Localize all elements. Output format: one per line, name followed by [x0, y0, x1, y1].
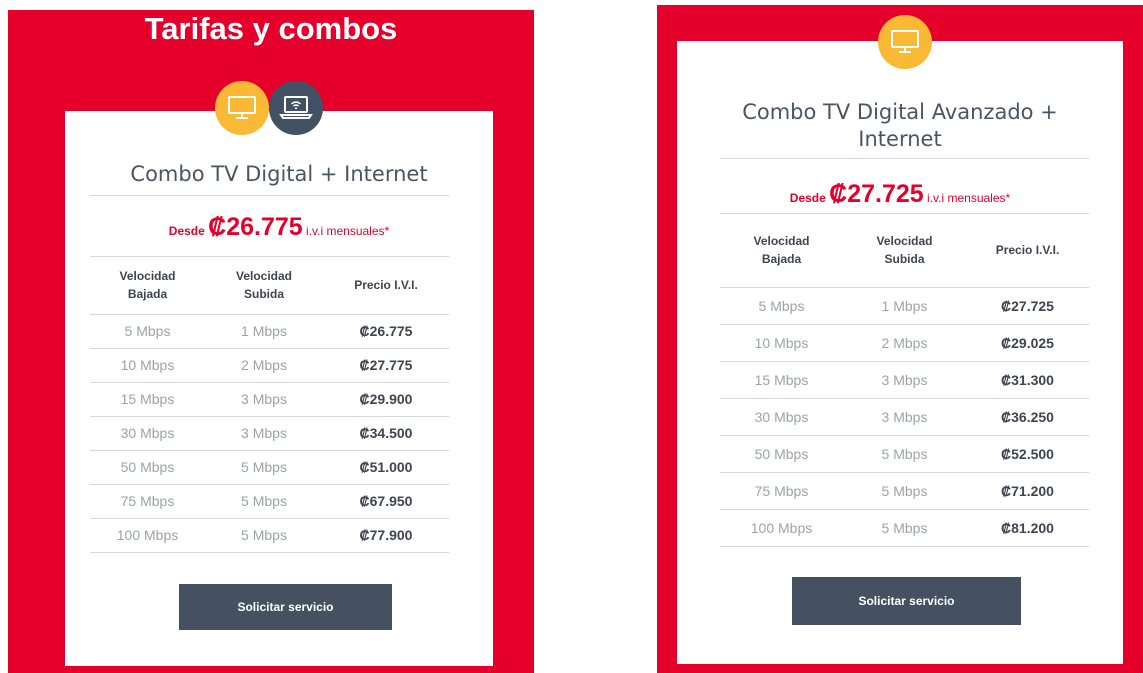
header-price: Precio I.V.I. [323, 257, 449, 315]
divider [720, 158, 1089, 159]
cell-upload-speed: 3 Mbps [843, 398, 966, 436]
cell-download-speed: 75 Mbps [90, 484, 205, 519]
table-row: 100 Mbps 5 Mbps ₡81.200 [720, 509, 1089, 547]
laptop-wifi-icon [269, 81, 323, 135]
request-service-button[interactable]: Solicitar servicio [179, 584, 392, 630]
starting-price: Desde ₡26.775 i.v.i mensuales* [65, 212, 493, 246]
table-row: 75 Mbps 5 Mbps ₡71.200 [720, 472, 1089, 510]
cell-download-speed: 75 Mbps [720, 472, 843, 510]
table-row: 100 Mbps 5 Mbps ₡77.900 [90, 518, 449, 553]
section-heading: Tarifas y combos [144, 11, 398, 46]
table-row: 30 Mbps 3 Mbps ₡34.500 [90, 416, 449, 451]
header-download-speed: Velocidad Bajada [720, 214, 843, 288]
cell-upload-speed: 3 Mbps [843, 361, 966, 399]
cell-price: ₡67.950 [323, 484, 449, 519]
header-upload-speed: Velocidad Subida [843, 214, 966, 288]
cell-price: ₡26.775 [323, 314, 449, 349]
cell-upload-speed: 5 Mbps [843, 509, 966, 547]
rates-body: 5 Mbps 1 Mbps ₡26.775 10 Mbps 2 Mbps ₡27.775 1… [90, 314, 449, 553]
table-row: 15 Mbps 3 Mbps ₡29.900 [90, 382, 449, 417]
price-prefix: Desde [789, 191, 826, 205]
cell-upload-speed: 5 Mbps [205, 484, 323, 519]
cell-upload-speed: 1 Mbps [205, 314, 323, 349]
cell-download-speed: 30 Mbps [720, 398, 843, 436]
cell-upload-speed: 5 Mbps [843, 472, 966, 510]
cell-price: ₡81.200 [966, 509, 1089, 547]
combo-card-tv-internet: Combo TV Digital + Internet Desde ₡26.77… [65, 111, 493, 666]
tv-icon [215, 81, 269, 135]
cell-upload-speed: 5 Mbps [205, 518, 323, 553]
request-service-button[interactable]: Solicitar servicio [792, 577, 1021, 625]
table-row: 5 Mbps 1 Mbps ₡26.775 [90, 314, 449, 349]
header-price: Precio I.V.I. [966, 214, 1089, 288]
cell-price: ₡29.025 [966, 324, 1089, 362]
cell-download-speed: 10 Mbps [90, 348, 205, 383]
price-prefix: Desde [168, 224, 205, 238]
header-upload-speed: Velocidad Subida [205, 257, 323, 315]
cell-price: ₡31.300 [966, 361, 1089, 399]
starting-price: Desde ₡27.725 i.v.i mensuales* [677, 179, 1123, 213]
tv-icon [878, 15, 932, 69]
cell-download-speed: 100 Mbps [90, 518, 205, 553]
cell-upload-speed: 2 Mbps [205, 348, 323, 383]
cell-price: ₡27.725 [966, 287, 1089, 325]
price-suffix: i.v.i mensuales* [927, 191, 1011, 205]
cell-price: ₡34.500 [323, 416, 449, 451]
cell-price: ₡36.250 [966, 398, 1089, 436]
table-row: 5 Mbps 1 Mbps ₡27.725 [720, 287, 1089, 325]
header-download-speed: Velocidad Bajada [90, 257, 205, 315]
rates-table: Velocidad Bajada Velocidad Subida Precio I… [720, 214, 1089, 547]
table-row: 15 Mbps 3 Mbps ₡31.300 [720, 361, 1089, 399]
cell-price: ₡29.900 [323, 382, 449, 417]
combo-card-tv-advanced-internet: Combo TV Digital Avanzado + Internet Desd… [677, 41, 1123, 664]
price-amount: ₡27.725 [829, 180, 924, 208]
cell-download-speed: 100 Mbps [720, 509, 843, 547]
table-row: 50 Mbps 5 Mbps ₡51.000 [90, 450, 449, 485]
cell-download-speed: 5 Mbps [90, 314, 205, 349]
table-header-row: Velocidad Bajada Velocidad Subida Precio I… [720, 214, 1089, 288]
card-title: Combo TV Digital + Internet [130, 162, 428, 186]
price-suffix: i.v.i mensuales* [306, 224, 390, 238]
card-title: Combo TV Digital Avanzado + Internet [742, 100, 1058, 151]
table-row: 10 Mbps 2 Mbps ₡29.025 [720, 324, 1089, 362]
cell-upload-speed: 3 Mbps [205, 416, 323, 451]
cell-price: ₡27.775 [323, 348, 449, 383]
cell-download-speed: 10 Mbps [720, 324, 843, 362]
cell-upload-speed: 5 Mbps [205, 450, 323, 485]
cell-upload-speed: 5 Mbps [843, 435, 966, 473]
cell-upload-speed: 2 Mbps [843, 324, 966, 362]
cell-download-speed: 15 Mbps [90, 382, 205, 417]
table-row: 30 Mbps 3 Mbps ₡36.250 [720, 398, 1089, 436]
cell-download-speed: 15 Mbps [720, 361, 843, 399]
table-row: 10 Mbps 2 Mbps ₡27.775 [90, 348, 449, 383]
cell-upload-speed: 3 Mbps [205, 382, 323, 417]
cell-download-speed: 5 Mbps [720, 287, 843, 325]
rates-table: Velocidad Bajada Velocidad Subida Precio I… [90, 257, 449, 553]
cell-download-speed: 30 Mbps [90, 416, 205, 451]
cell-download-speed: 50 Mbps [720, 435, 843, 473]
table-row: 75 Mbps 5 Mbps ₡67.950 [90, 484, 449, 519]
cell-price: ₡71.200 [966, 472, 1089, 510]
divider [90, 195, 449, 196]
table-row: 50 Mbps 5 Mbps ₡52.500 [720, 435, 1089, 473]
left-pricing-panel: Tarifas y combos Combo TV Digital + Inte… [8, 10, 534, 673]
price-amount: ₡26.775 [208, 213, 303, 241]
cell-price: ₡77.900 [323, 518, 449, 553]
table-header-row: Velocidad Bajada Velocidad Subida Precio I… [90, 257, 449, 315]
rates-body: 5 Mbps 1 Mbps ₡27.725 10 Mbps 2 Mbps ₡29.025 1… [720, 287, 1089, 547]
cell-price: ₡52.500 [966, 435, 1089, 473]
right-pricing-panel: Combo TV Digital Avanzado + Internet Desd… [657, 5, 1143, 673]
cell-upload-speed: 1 Mbps [843, 287, 966, 325]
cell-price: ₡51.000 [323, 450, 449, 485]
cell-download-speed: 50 Mbps [90, 450, 205, 485]
